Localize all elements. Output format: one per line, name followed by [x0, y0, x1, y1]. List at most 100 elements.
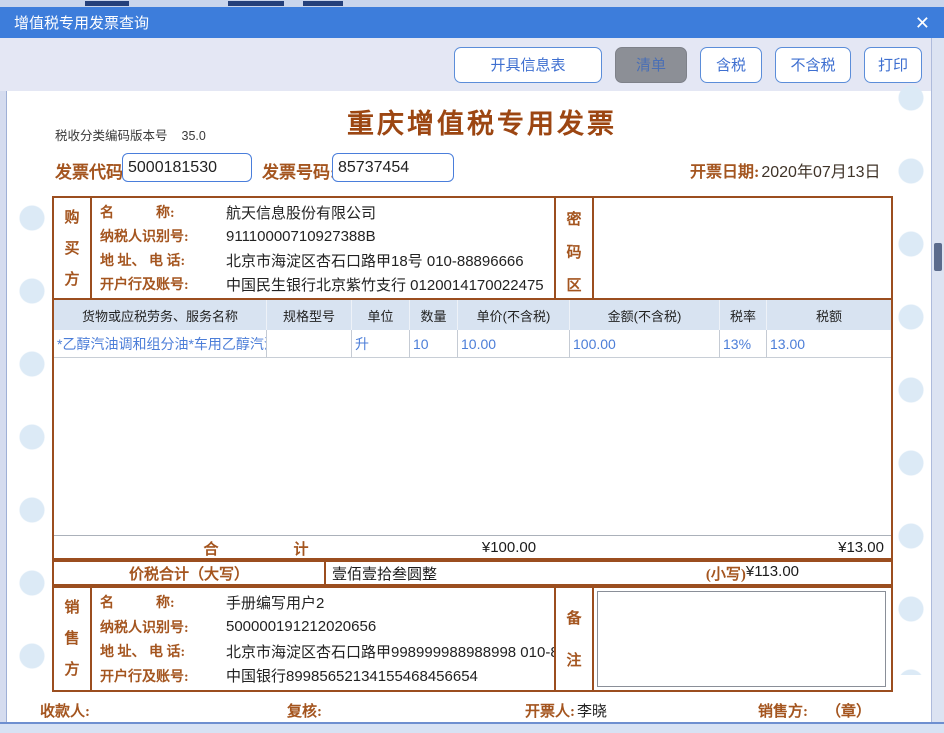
seller-bank-label: 开户行及账号:	[100, 666, 226, 686]
left-edge-strip	[0, 91, 7, 722]
seller-address-value: 北京市海淀区杏石口路甲998999988988998 010-8	[226, 641, 554, 662]
sum-small-wrap: (小写) ¥113.00	[706, 563, 799, 584]
sum-box: 价税合计（大写） 壹佰壹拾叁圆整 (小写) ¥113.00	[52, 560, 893, 586]
seller-name-label: 名 称:	[100, 592, 226, 612]
tax-code-version: 税收分类编码版本号 35.0	[55, 125, 206, 144]
seller-section: 销售方 名 称: 手册编写用户2 纳税人识别号: 500000191212020…	[52, 586, 893, 692]
invoice-date-label: 开票日期:	[690, 158, 759, 182]
header-goods-name: 货物或应税劳务、服务名称	[54, 300, 267, 330]
issue-info-form-button[interactable]: 开具信息表	[454, 47, 602, 83]
cell-quantity: 10	[410, 330, 458, 358]
background-fragment	[303, 1, 343, 6]
close-icon[interactable]: ✕	[915, 14, 930, 32]
cell-tax-rate: 13%	[720, 330, 767, 358]
buyer-name-row: 名 称: 航天信息股份有限公司	[100, 200, 554, 224]
toolbar: 开具信息表 清单 含税 不含税 打印	[0, 38, 944, 91]
table-empty-space	[54, 358, 891, 535]
header-tax-rate: 税率	[720, 300, 767, 330]
buyer-section: 购买方 名 称: 航天信息股份有限公司 纳税人识别号: 911100007109…	[52, 196, 893, 300]
seller-stamp-label: 销售方:	[758, 700, 808, 721]
seller-taxid-value: 500000191212020656	[226, 618, 376, 635]
dialog-titlebar: 增值税专用发票查询 ✕	[0, 7, 944, 38]
seller-address-row: 地 址、 电 话: 北京市海淀区杏石口路甲998999988988998 010…	[100, 639, 554, 663]
seller-stamp: 销售方: （章）	[758, 700, 871, 721]
decorative-dots-left	[19, 205, 45, 675]
header-unit-price: 单价(不含税)	[458, 300, 570, 330]
seller-stamp-value: （章）	[826, 700, 871, 721]
buyer-bank-row: 开户行及账号: 中国民生银行北京紫竹支行 0120014170022475	[100, 272, 554, 296]
remark-box	[597, 591, 886, 687]
dialog-title: 增值税专用发票查询	[14, 12, 149, 33]
signature-row: 收款人: 复核: 开票人: 李晓 销售方: （章）	[0, 700, 944, 722]
buyer-bank-value: 中国民生银行北京紫竹支行 0120014170022475	[226, 274, 544, 295]
sum-words-value: 壹佰壹拾叁圆整	[326, 563, 437, 584]
remark-area	[594, 588, 891, 690]
drawer-value: 李晓	[577, 700, 607, 721]
bottom-edge-strip	[0, 722, 944, 733]
background-fragment	[228, 1, 284, 6]
password-zone-area	[594, 198, 891, 298]
total-label: 合 计	[54, 538, 458, 559]
header-amount: 金额(不含税)	[570, 300, 720, 330]
invoice-code-label: 发票代码:	[55, 158, 129, 183]
invoice-title: 重庆增值税专用发票	[312, 102, 652, 141]
invoice-date-value: 2020年07月13日	[761, 158, 880, 182]
sum-words-label: 价税合计（大写）	[54, 563, 324, 584]
buyer-rows: 名 称: 航天信息股份有限公司 纳税人识别号: 9111000071092738…	[92, 198, 554, 298]
seller-taxid-row: 纳税人识别号: 500000191212020656	[100, 615, 554, 639]
total-row: 合 计 ¥100.00 ¥13.00	[54, 535, 891, 558]
tax-code-version-label: 税收分类编码版本号	[55, 129, 168, 143]
buyer-taxid-value: 91110000710927388B	[226, 228, 376, 245]
goods-table: 货物或应税劳务、服务名称 规格型号 单位 数量 单价(不含税) 金额(不含税) …	[52, 300, 893, 560]
drawer: 开票人: 李晓	[525, 700, 607, 721]
cell-goods-name: *乙醇汽油调和组分油*车用乙醇汽油	[54, 330, 267, 358]
seller-name-row: 名 称: 手册编写用户2	[100, 590, 554, 614]
seller-bank-value: 中国银行89985652134155468456654	[226, 665, 478, 686]
buyer-taxid-row: 纳税人识别号: 91110000710927388B	[100, 224, 554, 248]
background-page-strip	[0, 0, 944, 7]
tax-code-version-value: 35.0	[182, 129, 206, 143]
cell-unit: 升	[352, 330, 410, 358]
sum-small-label: (小写)	[706, 563, 746, 584]
cell-amount: 100.00	[570, 330, 720, 358]
reviewer: 复核:	[287, 700, 322, 721]
scrollbar-thumb[interactable]	[934, 243, 942, 271]
buyer-side-label: 购买方	[54, 198, 92, 298]
cell-tax-amount: 13.00	[767, 330, 891, 358]
seller-address-label: 地 址、 电 话:	[100, 641, 226, 661]
buyer-name-label: 名 称:	[100, 202, 226, 222]
buyer-taxid-label: 纳税人识别号:	[100, 226, 226, 246]
password-zone-label: 密码区	[554, 198, 594, 298]
right-edge-strip	[931, 38, 944, 733]
goods-table-header: 货物或应税劳务、服务名称 规格型号 单位 数量 单价(不含税) 金额(不含税) …	[54, 300, 891, 330]
buyer-name-value: 航天信息股份有限公司	[226, 202, 376, 223]
buyer-address-row: 地 址、 电 话: 北京市海淀区杏石口路甲18号 010-88896666	[100, 248, 554, 272]
invoice-number-input[interactable]	[332, 153, 454, 182]
seller-name-value: 手册编写用户2	[226, 592, 324, 613]
table-row[interactable]: *乙醇汽油调和组分油*车用乙醇汽油 升 10 10.00 100.00 13% …	[54, 330, 891, 358]
cell-unit-price: 10.00	[458, 330, 570, 358]
background-fragment	[85, 1, 129, 6]
tax-included-button[interactable]: 含税	[700, 47, 762, 83]
header-unit: 单位	[352, 300, 410, 330]
total-amount: ¥100.00	[434, 539, 584, 556]
tax-excluded-button[interactable]: 不含税	[775, 47, 851, 83]
remark-side-label: 备注	[554, 588, 594, 690]
reviewer-label: 复核:	[287, 700, 322, 721]
buyer-address-value: 北京市海淀区杏石口路甲18号 010-88896666	[226, 250, 524, 271]
list-button-disabled: 清单	[615, 47, 687, 83]
invoice-number-label: 发票号码:	[262, 158, 336, 183]
header-quantity: 数量	[410, 300, 458, 330]
print-button[interactable]: 打印	[864, 47, 922, 83]
header-spec: 规格型号	[267, 300, 352, 330]
buyer-bank-label: 开户行及账号:	[100, 274, 226, 294]
seller-taxid-label: 纳税人识别号:	[100, 617, 226, 637]
invoice-code-input[interactable]	[122, 153, 252, 182]
payee: 收款人:	[40, 700, 90, 721]
sum-small-value: ¥113.00	[746, 563, 799, 584]
buyer-address-label: 地 址、 电 话:	[100, 250, 226, 270]
seller-side-label: 销售方	[54, 588, 92, 690]
invoice-date: 开票日期: 2020年07月13日	[690, 158, 881, 182]
seller-bank-row: 开户行及账号: 中国银行89985652134155468456654	[100, 664, 554, 688]
drawer-label: 开票人:	[525, 700, 575, 721]
